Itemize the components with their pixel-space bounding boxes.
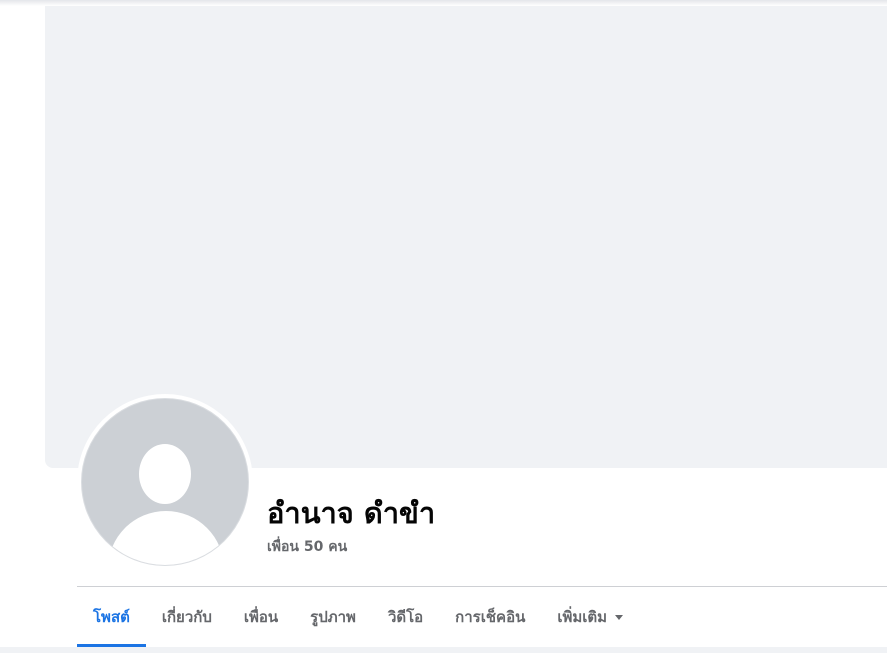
tab-check-ins[interactable]: การเช็คอิน (439, 587, 541, 647)
tab-about-label: เกี่ยวกับ (161, 608, 212, 626)
default-avatar-icon (81, 398, 249, 566)
tab-videos-label: วิดีโอ (387, 608, 424, 626)
tab-photos[interactable]: รูปภาพ (294, 587, 372, 647)
tab-friends-label: เพื่อน (243, 608, 279, 626)
friend-count-link[interactable]: เพื่อน 50 คน (267, 536, 347, 558)
avatar-body-shape (108, 511, 224, 565)
profile-tabs: โพสต์ เกี่ยวกับ เพื่อน รูปภาพ วิดีโอ การ… (77, 587, 639, 647)
tab-more[interactable]: เพิ่มเติม (541, 587, 639, 647)
tab-friends[interactable]: เพื่อน (228, 587, 294, 647)
avatar-head-shape (139, 444, 191, 504)
tab-more-label: เพิ่มเติม (557, 608, 608, 626)
tab-videos[interactable]: วิดีโอ (372, 587, 439, 647)
profile-picture[interactable] (77, 394, 253, 570)
caret-down-icon (615, 614, 624, 620)
tab-photos-label: รูปภาพ (310, 608, 356, 626)
tab-posts-label: โพสต์ (93, 608, 130, 626)
tab-check-ins-label: การเช็คอิน (455, 608, 526, 626)
profile-name: อำนาจ ดำขำ (267, 496, 436, 530)
content-area-background (0, 647, 887, 653)
tab-about[interactable]: เกี่ยวกับ (146, 587, 228, 647)
tab-posts[interactable]: โพสต์ (77, 587, 146, 647)
